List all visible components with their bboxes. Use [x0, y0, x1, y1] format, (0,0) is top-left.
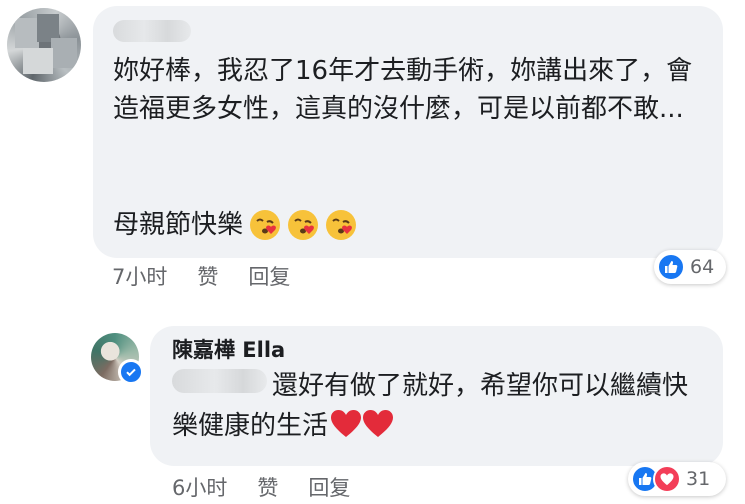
comment-text: 妳好棒，我忍了16年才去動手術，妳講出來了，會造福更多女性，這真的沒什麼，可是以…	[113, 56, 693, 124]
blurred-commenter-name[interactable]	[113, 20, 191, 42]
kissing-heart-emoji-icon	[326, 210, 357, 240]
hearts	[330, 409, 394, 439]
comment-greeting: 母親節快樂	[113, 210, 244, 240]
reply-reply-button[interactable]: 回复	[308, 474, 350, 502]
reply-reactions[interactable]: 31	[628, 462, 726, 496]
comment-timestamp[interactable]: 7小时	[112, 263, 167, 291]
love-reaction-icon	[653, 465, 681, 493]
kissing-heart-emoji-icon	[250, 210, 281, 240]
reply-text: 還好有做了就好，希望你可以繼續快樂健康的生活	[172, 366, 712, 446]
verified-badge-icon	[118, 359, 144, 385]
comment-reactions[interactable]: 64	[654, 250, 726, 284]
red-heart-icon	[331, 410, 362, 437]
reply-like-button[interactable]: 赞	[257, 474, 278, 502]
reply-actions: 6小时 赞 回复	[172, 474, 350, 502]
reaction-count: 64	[690, 256, 715, 278]
reply-button[interactable]: 回复	[248, 263, 290, 291]
like-reaction-icon	[657, 253, 685, 281]
like-button[interactable]: 赞	[197, 263, 218, 291]
commenter-avatar[interactable]	[7, 8, 81, 82]
reaction-count: 31	[686, 468, 711, 490]
reply-timestamp[interactable]: 6小时	[172, 474, 227, 502]
comment-actions: 7小时 赞 回复	[112, 263, 290, 291]
reply-message: 還好有做了就好，希望你可以繼續快樂健康的生活	[172, 371, 689, 441]
kissing-heart-emoji-icon	[288, 210, 319, 240]
reply-author-name[interactable]: 陳嘉樺 Ella	[172, 336, 285, 364]
red-heart-icon	[363, 410, 394, 437]
comment-text-line2: 母親節快樂	[113, 206, 357, 244]
